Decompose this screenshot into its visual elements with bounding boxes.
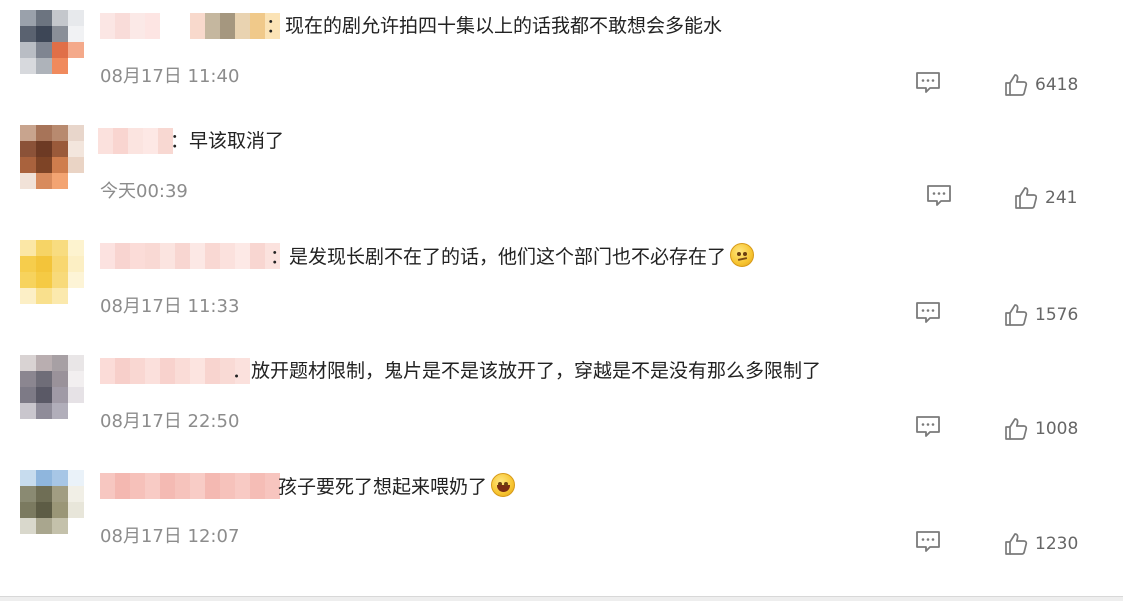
thumbs-up-icon	[1005, 533, 1028, 555]
comment-item: ：是发现长剧不在了的话，他们这个部门也不必存在了 08月17日 11:33 1576	[0, 235, 1123, 347]
comment-timestamp: 今天00:39	[100, 181, 188, 202]
like-button[interactable]: 1230	[1003, 531, 1078, 557]
comment-icon	[916, 72, 940, 93]
comment-icon	[916, 416, 940, 437]
comment-text: ：是发现长剧不在了的话，他们这个部门也不必存在了	[270, 246, 727, 268]
like-button[interactable]: 1008	[1003, 416, 1078, 442]
comment-item: ：现在的剧允许拍四十集以上的话我都不敢想会多能水 08月17日 11:40 6418	[0, 5, 1123, 117]
like-count: 1576	[1035, 305, 1079, 325]
comment-icon	[927, 185, 951, 206]
reply-button[interactable]	[914, 71, 942, 95]
comment-timestamp: 08月17日 11:40	[100, 66, 240, 87]
username-mosaic	[100, 473, 280, 499]
avatar-mosaic	[20, 240, 84, 304]
username-blurred[interactable]	[98, 128, 173, 154]
laugh-emoji-icon	[491, 473, 516, 497]
username-mosaic	[100, 243, 280, 269]
comment-icon	[916, 531, 940, 552]
comment-text: ：早该取消了	[170, 130, 285, 152]
comment-icon	[916, 302, 940, 323]
avatar[interactable]	[20, 240, 84, 304]
comment-text-line: 孩子要死了想起来喂奶了	[278, 473, 516, 499]
thumbs-up-icon	[1015, 187, 1038, 209]
like-count: 1008	[1035, 419, 1079, 439]
username-blurred[interactable]	[100, 358, 250, 384]
reply-button[interactable]	[925, 184, 953, 208]
comment-feed: ：现在的剧允许拍四十集以上的话我都不敢想会多能水 08月17日 11:40 6418…	[0, 0, 1123, 601]
username-mosaic	[100, 13, 280, 39]
reply-button[interactable]	[914, 301, 942, 325]
like-count: 1230	[1035, 534, 1079, 554]
reply-button[interactable]	[914, 415, 942, 439]
comment-item: 孩子要死了想起来喂奶了 08月17日 12:07 1230	[0, 465, 1123, 577]
comment-item: ．放开题材限制，鬼片是不是该放开了，穿越是不是没有那么多限制了 08月17日 22…	[0, 350, 1123, 462]
avatar[interactable]	[20, 10, 84, 74]
thumbs-up-icon	[1005, 74, 1028, 96]
like-button[interactable]: 241	[1013, 185, 1077, 211]
comment-text: ：现在的剧允许拍四十集以上的话我都不敢想会多能水	[266, 15, 723, 37]
like-button[interactable]: 1576	[1003, 302, 1078, 328]
thumbs-up-icon	[1005, 304, 1028, 326]
like-count: 241	[1045, 188, 1078, 208]
username-blurred[interactable]	[100, 13, 280, 39]
thinking-emoji-icon	[730, 243, 755, 267]
bottom-divider	[0, 596, 1123, 601]
comment-text-line: ．放开题材限制，鬼片是不是该放开了，穿越是不是没有那么多限制了	[232, 358, 821, 384]
avatar[interactable]	[20, 470, 84, 534]
avatar-mosaic	[20, 10, 84, 74]
comment-timestamp: 08月17日 11:33	[100, 296, 240, 317]
username-blurred[interactable]	[100, 243, 280, 269]
comment-text-line: ：是发现长剧不在了的话，他们这个部门也不必存在了	[270, 243, 755, 269]
avatar[interactable]	[20, 355, 84, 419]
username-mosaic	[100, 358, 250, 384]
reply-button[interactable]	[914, 530, 942, 554]
avatar-mosaic	[20, 125, 84, 189]
username-mosaic	[98, 128, 173, 154]
comment-timestamp: 08月17日 12:07	[100, 526, 240, 547]
avatar[interactable]	[20, 125, 84, 189]
avatar-mosaic	[20, 470, 84, 534]
comment-text: ．放开题材限制，鬼片是不是该放开了，穿越是不是没有那么多限制了	[232, 360, 822, 382]
username-blurred[interactable]	[100, 473, 280, 499]
comment-item: ：早该取消了今天00:39 241	[0, 120, 1123, 232]
avatar-mosaic	[20, 355, 84, 419]
comment-text-line: ：早该取消了	[170, 128, 284, 154]
like-button[interactable]: 6418	[1003, 72, 1078, 98]
comment-timestamp: 08月17日 22:50	[100, 411, 240, 432]
like-count: 6418	[1035, 75, 1079, 95]
thumbs-up-icon	[1005, 418, 1028, 440]
comment-text: 孩子要死了想起来喂奶了	[278, 476, 488, 498]
comment-text-line: ：现在的剧允许拍四十集以上的话我都不敢想会多能水	[266, 13, 722, 39]
